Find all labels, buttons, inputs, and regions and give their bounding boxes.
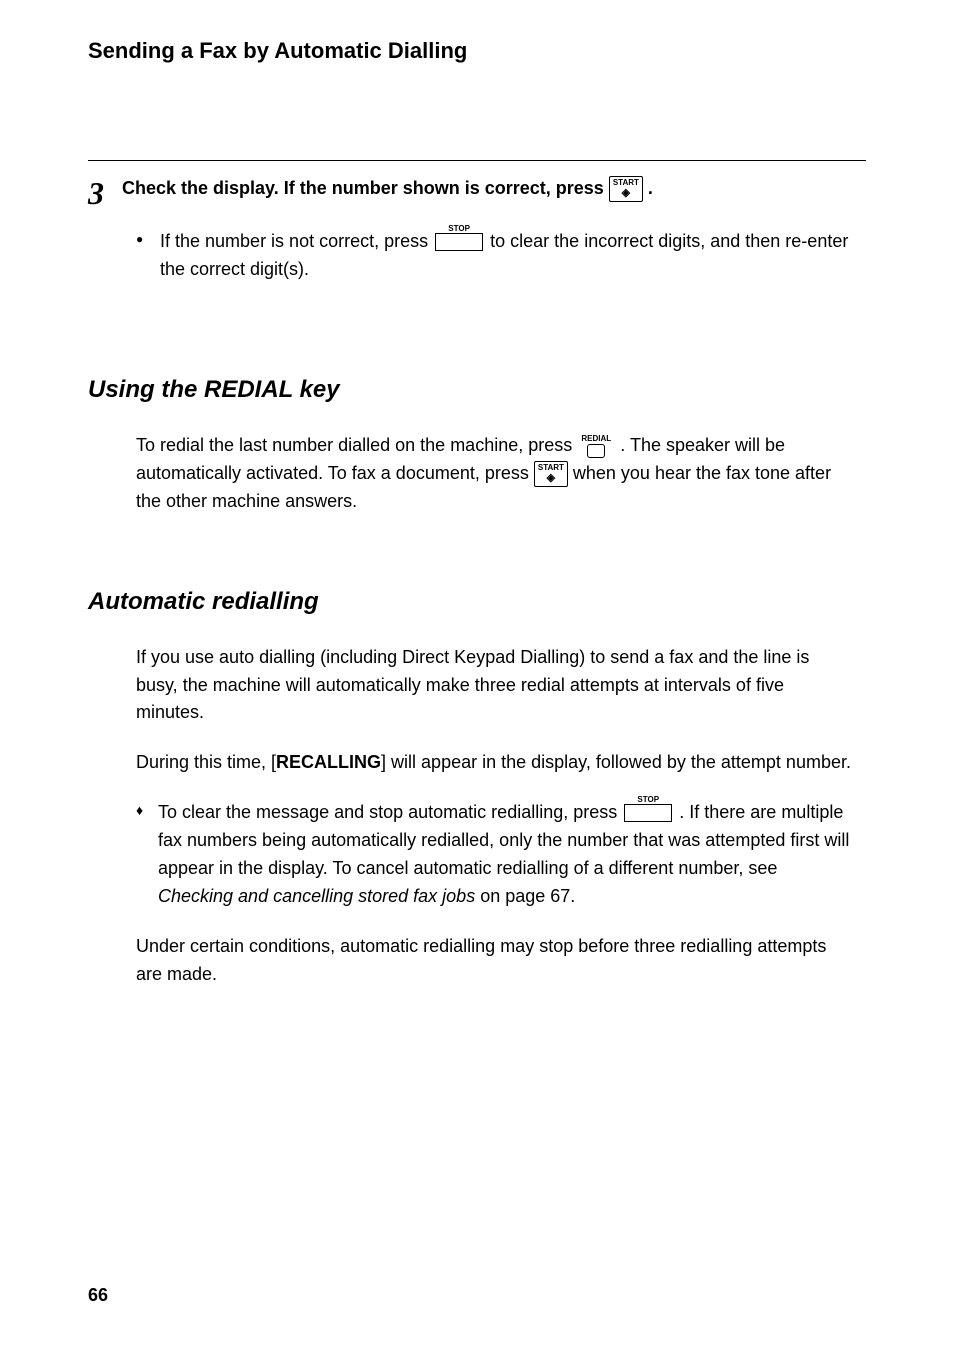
stop-key-icon-2: [624, 804, 672, 822]
auto-p2: During this time, [RECALLING] will appea…: [136, 749, 856, 777]
auto-p3: Under certain conditions, automatic redi…: [136, 933, 856, 989]
auto-p2-bold: RECALLING: [276, 752, 381, 772]
step-number: 3: [88, 177, 104, 209]
auto-bullets: To clear the message and stop automatic …: [136, 799, 856, 911]
step-body: Check the display. If the number shown i…: [122, 175, 866, 284]
step-main-a: Check the display. If the number shown i…: [122, 178, 609, 198]
running-head: Sending a Fax by Automatic Dialling: [88, 38, 866, 64]
redial-heading: Using the REDIAL key: [88, 376, 866, 404]
redial-key-icon: REDIAL: [579, 435, 613, 458]
stop-key-icon: [435, 233, 483, 251]
start-key-icon-2: START◈: [534, 461, 568, 487]
page-number: 66: [88, 1285, 108, 1306]
start-key-icon: START◈: [609, 176, 643, 202]
auto-bullet-ital: Checking and cancelling stored fax jobs: [158, 886, 475, 906]
step-rule-top: [88, 160, 866, 161]
auto-p2-b: ] will appear in the display, followed b…: [381, 752, 851, 772]
auto-p1: If you use auto dialling (including Dire…: [136, 644, 856, 728]
auto-bullet-c: on page 67.: [480, 886, 575, 906]
step-bullet-a: If the number is not correct, press: [160, 231, 433, 251]
auto-bullet-a: To clear the message and stop automatic …: [158, 802, 622, 822]
redial-paragraph: To redial the last number dialled on the…: [136, 432, 856, 516]
step-block: 3 Check the display. If the number shown…: [88, 175, 866, 284]
auto-p2-a: During this time, [: [136, 752, 276, 772]
step-bullet-1: If the number is not correct, press to c…: [160, 228, 856, 284]
step-main-b: .: [648, 178, 653, 198]
redial-p1-a: To redial the last number dialled on the…: [136, 435, 577, 455]
auto-heading: Automatic redialling: [88, 588, 866, 616]
step-bullets: If the number is not correct, press to c…: [122, 228, 866, 284]
auto-bullet-1: To clear the message and stop automatic …: [136, 799, 856, 911]
